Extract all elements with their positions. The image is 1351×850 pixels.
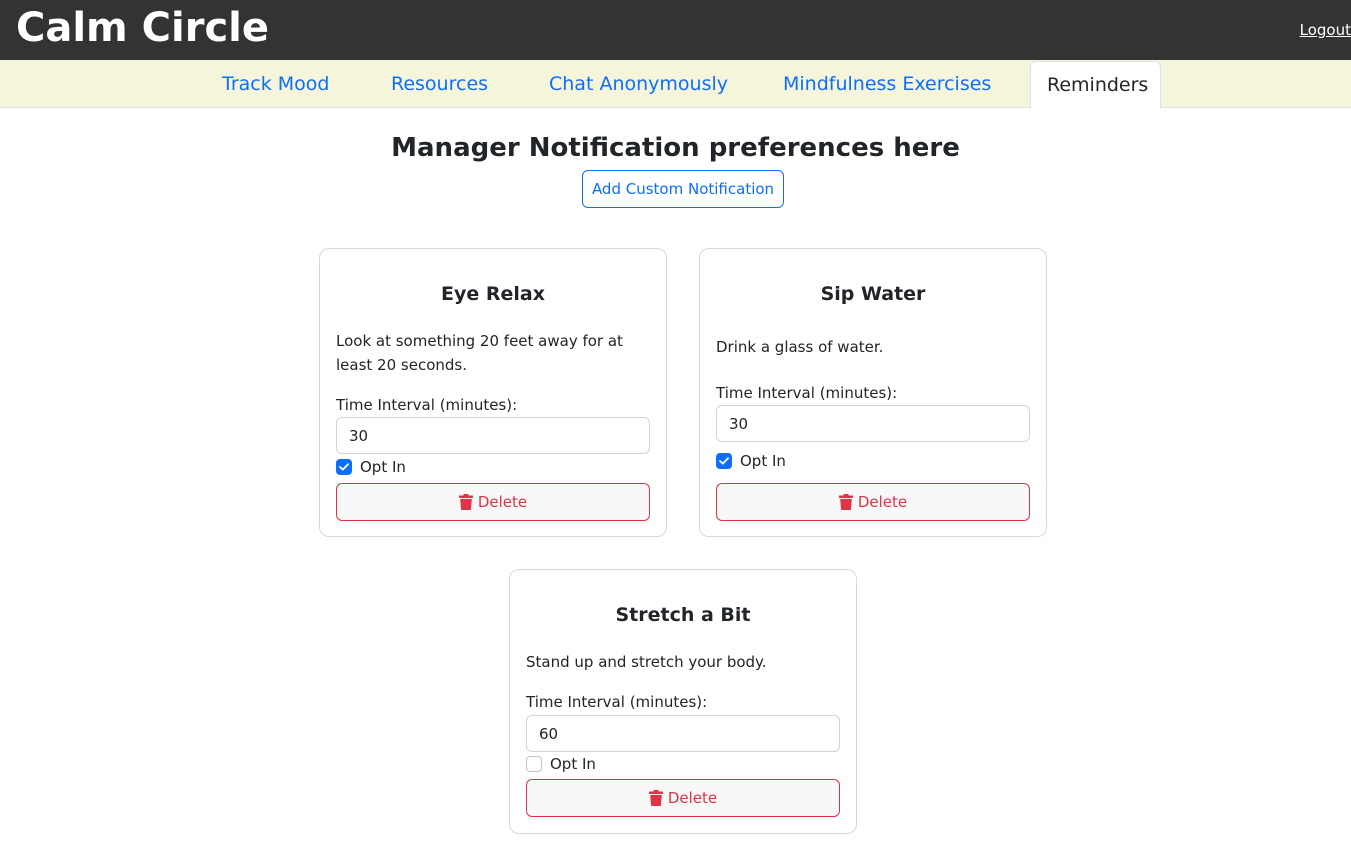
page-title: Manager Notification preferences here	[391, 133, 960, 163]
card-title: Eye Relax	[441, 283, 545, 305]
tab-resources[interactable]: Resources	[391, 60, 488, 108]
opt-in-row: Opt In	[526, 754, 596, 774]
app-header: Calm Circle Logout	[0, 0, 1351, 60]
nav-tabs: Track Mood Resources Chat Anonymously Mi…	[0, 60, 1351, 109]
reminder-card-eye-relax: Eye Relax Look at something 20 feet away…	[319, 248, 667, 537]
interval-label: Time Interval (minutes):	[336, 396, 518, 414]
opt-in-checkbox[interactable]	[336, 459, 352, 475]
delete-button[interactable]: Delete	[336, 483, 650, 521]
interval-input[interactable]	[336, 417, 650, 454]
trash-icon	[838, 494, 853, 510]
opt-in-checkbox[interactable]	[526, 756, 542, 772]
delete-label: Delete	[477, 493, 528, 511]
reminder-card-stretch-a-bit: Stretch a Bit Stand up and stretch your …	[509, 569, 857, 834]
card-title: Sip Water	[820, 283, 926, 305]
card-description: Drink a glass of water.	[716, 338, 884, 356]
delete-button[interactable]: Delete	[526, 779, 840, 817]
interval-input[interactable]	[526, 715, 840, 752]
tab-chat-anonymously[interactable]: Chat Anonymously	[549, 60, 728, 108]
opt-in-label: Opt In	[360, 458, 406, 476]
trash-icon	[648, 790, 663, 806]
tab-track-mood[interactable]: Track Mood	[222, 60, 329, 108]
card-description: Stand up and stretch your body.	[526, 653, 767, 671]
opt-in-row: Opt In	[336, 457, 406, 477]
add-custom-notification-button[interactable]: Add Custom Notification	[582, 170, 784, 208]
delete-label: Delete	[667, 789, 718, 807]
opt-in-label: Opt In	[740, 452, 786, 470]
brand-title: Calm Circle	[16, 5, 270, 51]
card-title: Stretch a Bit	[615, 604, 751, 626]
delete-button[interactable]: Delete	[716, 483, 1030, 521]
checkmark-icon	[719, 457, 729, 465]
tab-reminders[interactable]: Reminders	[1030, 61, 1161, 109]
opt-in-checkbox[interactable]	[716, 453, 732, 469]
interval-label: Time Interval (minutes):	[526, 693, 708, 711]
opt-in-label: Opt In	[550, 755, 596, 773]
card-description: Look at something 20 feet away for at le…	[336, 332, 623, 374]
tab-mindfulness-exercises[interactable]: Mindfulness Exercises	[783, 60, 991, 108]
interval-input[interactable]	[716, 405, 1030, 442]
checkmark-icon	[339, 463, 349, 471]
delete-label: Delete	[857, 493, 908, 511]
logout-link[interactable]: Logout	[1300, 20, 1351, 40]
interval-label: Time Interval (minutes):	[716, 384, 898, 402]
opt-in-row: Opt In	[716, 451, 786, 471]
reminder-card-sip-water: Sip Water Drink a glass of water. Time I…	[699, 248, 1047, 537]
trash-icon	[458, 494, 473, 510]
